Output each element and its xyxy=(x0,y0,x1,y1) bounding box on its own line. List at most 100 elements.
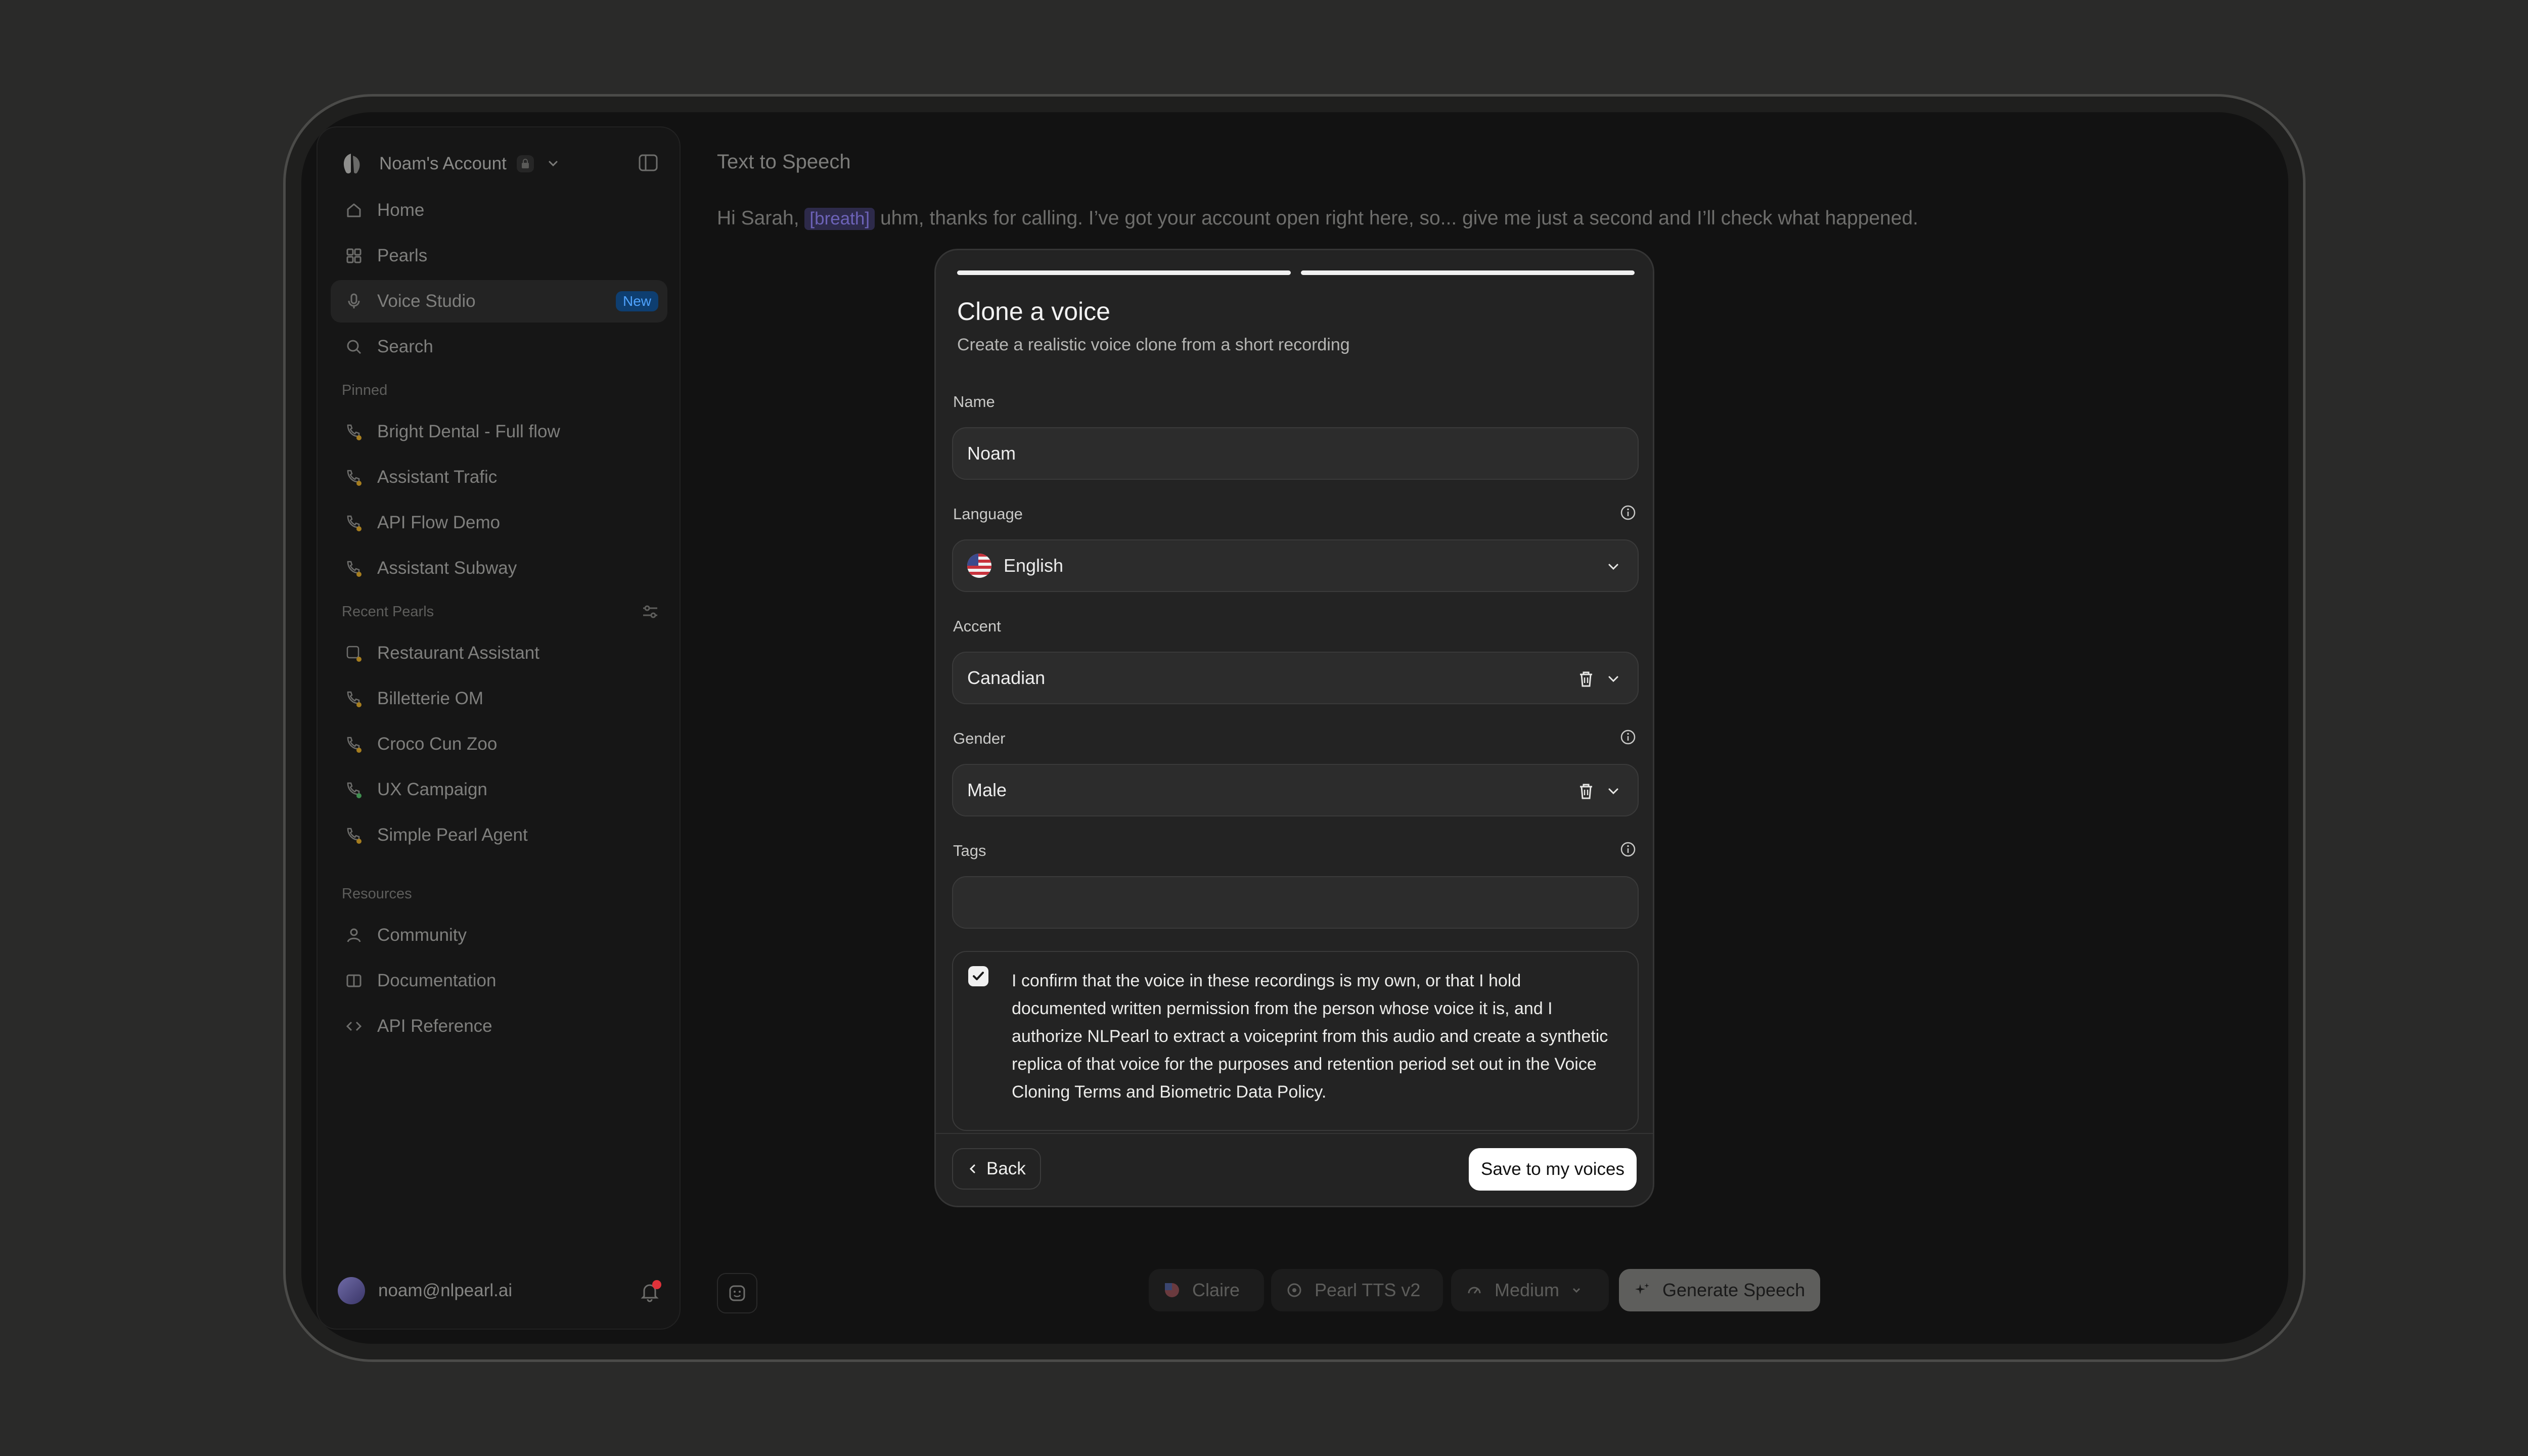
pinned-item[interactable]: Bright Dental - Full flow xyxy=(331,411,667,453)
dialog-title: Clone a voice xyxy=(957,297,1110,326)
community-icon xyxy=(344,925,364,945)
name-value: Noam xyxy=(967,443,1016,464)
pearl-logo-icon xyxy=(343,154,360,174)
resources-section-label: Resources xyxy=(342,886,412,902)
flow-phone-icon xyxy=(344,467,364,487)
dialog-subtitle: Create a realistic voice clone from a sh… xyxy=(957,335,1350,354)
chevron-down-icon xyxy=(1608,564,1618,570)
recent-item[interactable]: Billetterie OM xyxy=(331,677,667,720)
generate-label: Generate Speech xyxy=(1662,1280,1805,1300)
emoji-button[interactable] xyxy=(717,1273,757,1313)
sidebar-item-label: Home xyxy=(377,200,425,220)
lock-icon xyxy=(516,155,534,172)
pinned-item[interactable]: Assistant Subway xyxy=(331,547,667,589)
tags-input[interactable] xyxy=(952,876,1639,929)
accent-select[interactable]: Canadian xyxy=(952,652,1639,704)
account-switcher[interactable]: Noam's Account xyxy=(340,149,560,179)
info-icon[interactable] xyxy=(1619,841,1637,858)
speech-text-editor[interactable]: Hi Sarah, [breath] uhm, thanks for calli… xyxy=(717,207,1918,230)
sidebar-item-community[interactable]: Community xyxy=(331,914,667,957)
sidebar-item-label: Voice Studio xyxy=(377,291,476,311)
info-icon[interactable] xyxy=(1619,729,1637,746)
quality-select-button[interactable]: Medium xyxy=(1451,1269,1609,1311)
pinned-item-label: API Flow Demo xyxy=(377,513,501,532)
sidebar-toggle-icon[interactable] xyxy=(638,154,658,172)
accent-label: Accent xyxy=(953,617,1001,635)
sidebar-item-voice-studio[interactable]: Voice Studio New xyxy=(331,280,667,323)
recent-section-label: Recent Pearls xyxy=(342,604,434,620)
pinned-section-label: Pinned xyxy=(342,382,388,398)
voice-name: Claire xyxy=(1192,1280,1240,1300)
breath-tag[interactable]: [breath] xyxy=(804,208,875,230)
recent-item-label: Croco Cun Zoo xyxy=(377,734,498,754)
user-email: noam@nlpearl.ai xyxy=(378,1281,513,1300)
pinned-item-label: Bright Dental - Full flow xyxy=(377,422,560,441)
notification-dot xyxy=(652,1280,661,1289)
pinned-item[interactable]: Assistant Trafic xyxy=(331,456,667,498)
sidebar-item-search[interactable]: Search xyxy=(331,326,667,368)
speech-text-rest: uhm, thanks for calling. I’ve got your a… xyxy=(875,207,1918,229)
sidebar-item-pearls[interactable]: Pearls xyxy=(331,235,667,277)
user-menu[interactable]: noam@nlpearl.ai xyxy=(338,1277,661,1304)
code-icon xyxy=(344,1016,364,1036)
sidebar-item-api-reference[interactable]: API Reference xyxy=(331,1005,667,1048)
sidebar-item-label: Search xyxy=(377,337,433,356)
pinned-item-label: Assistant Subway xyxy=(377,558,517,578)
recent-item[interactable]: Croco Cun Zoo xyxy=(331,723,667,765)
flow-phone-icon xyxy=(344,689,364,709)
flow-phone-icon xyxy=(344,513,364,533)
filter-icon[interactable] xyxy=(640,602,660,622)
back-button[interactable]: Back xyxy=(952,1148,1041,1190)
book-icon xyxy=(344,971,364,991)
flow-phone-icon xyxy=(344,780,364,800)
save-to-my-voices-button[interactable]: Save to my voices xyxy=(1469,1148,1637,1191)
chevron-down-icon xyxy=(1608,676,1618,682)
generate-speech-button[interactable]: Generate Speech xyxy=(1619,1269,1820,1311)
voice-select-button[interactable]: Claire xyxy=(1149,1269,1264,1311)
gender-select[interactable]: Male xyxy=(952,764,1639,816)
recent-item[interactable]: Restaurant Assistant xyxy=(331,632,667,674)
speech-text-start: Hi Sarah, xyxy=(717,207,805,229)
search-icon xyxy=(344,337,364,357)
sidebar-item-documentation[interactable]: Documentation xyxy=(331,960,667,1002)
notification-bell-icon[interactable] xyxy=(638,1280,661,1303)
sidebar-item-home[interactable]: Home xyxy=(331,189,667,232)
sidebar-item-label: Pearls xyxy=(377,246,428,265)
language-value: English xyxy=(1004,555,1064,576)
model-icon xyxy=(1285,1281,1303,1299)
sidebar: Noam's Account Home Pearls Voice Studio … xyxy=(317,126,681,1330)
recent-item-label: Simple Pearl Agent xyxy=(377,825,528,845)
consent-box[interactable]: I confirm that the voice in these record… xyxy=(952,951,1639,1131)
model-select-button[interactable]: Pearl TTS v2 xyxy=(1271,1269,1443,1311)
sparkle-icon xyxy=(1633,1281,1651,1299)
flow-phone-icon xyxy=(344,558,364,578)
pinned-item-label: Assistant Trafic xyxy=(377,467,498,487)
name-input[interactable]: Noam xyxy=(952,427,1639,480)
flow-phone-icon xyxy=(344,825,364,845)
recent-item[interactable]: Simple Pearl Agent xyxy=(331,814,667,856)
flow-phone-icon xyxy=(344,422,364,442)
language-select[interactable]: English xyxy=(952,539,1639,592)
accent-value: Canadian xyxy=(967,667,1046,688)
consent-text: I confirm that the voice in these record… xyxy=(1012,971,1608,1102)
recent-item-label: Restaurant Assistant xyxy=(377,643,539,663)
new-badge: New xyxy=(615,291,658,311)
chevron-left-icon xyxy=(965,1161,980,1176)
avatar xyxy=(338,1277,365,1304)
model-name: Pearl TTS v2 xyxy=(1315,1280,1421,1300)
account-name: Noam's Account xyxy=(379,154,507,173)
clone-voice-dialog: Clone a voice Create a realistic voice c… xyxy=(934,249,1654,1207)
recent-item[interactable]: UX Campaign xyxy=(331,768,667,811)
home-icon xyxy=(344,200,364,220)
us-flag-icon xyxy=(1163,1281,1181,1299)
gender-label: Gender xyxy=(953,730,1006,747)
pinned-item[interactable]: API Flow Demo xyxy=(331,502,667,544)
tags-label: Tags xyxy=(953,842,986,859)
sidebar-item-label: Community xyxy=(377,925,467,945)
trash-icon[interactable] xyxy=(1577,782,1595,800)
back-label: Back xyxy=(986,1159,1026,1178)
consent-checkbox[interactable] xyxy=(968,966,988,986)
info-icon[interactable] xyxy=(1619,504,1637,521)
trash-icon[interactable] xyxy=(1577,670,1595,688)
recent-item-label: UX Campaign xyxy=(377,780,487,799)
